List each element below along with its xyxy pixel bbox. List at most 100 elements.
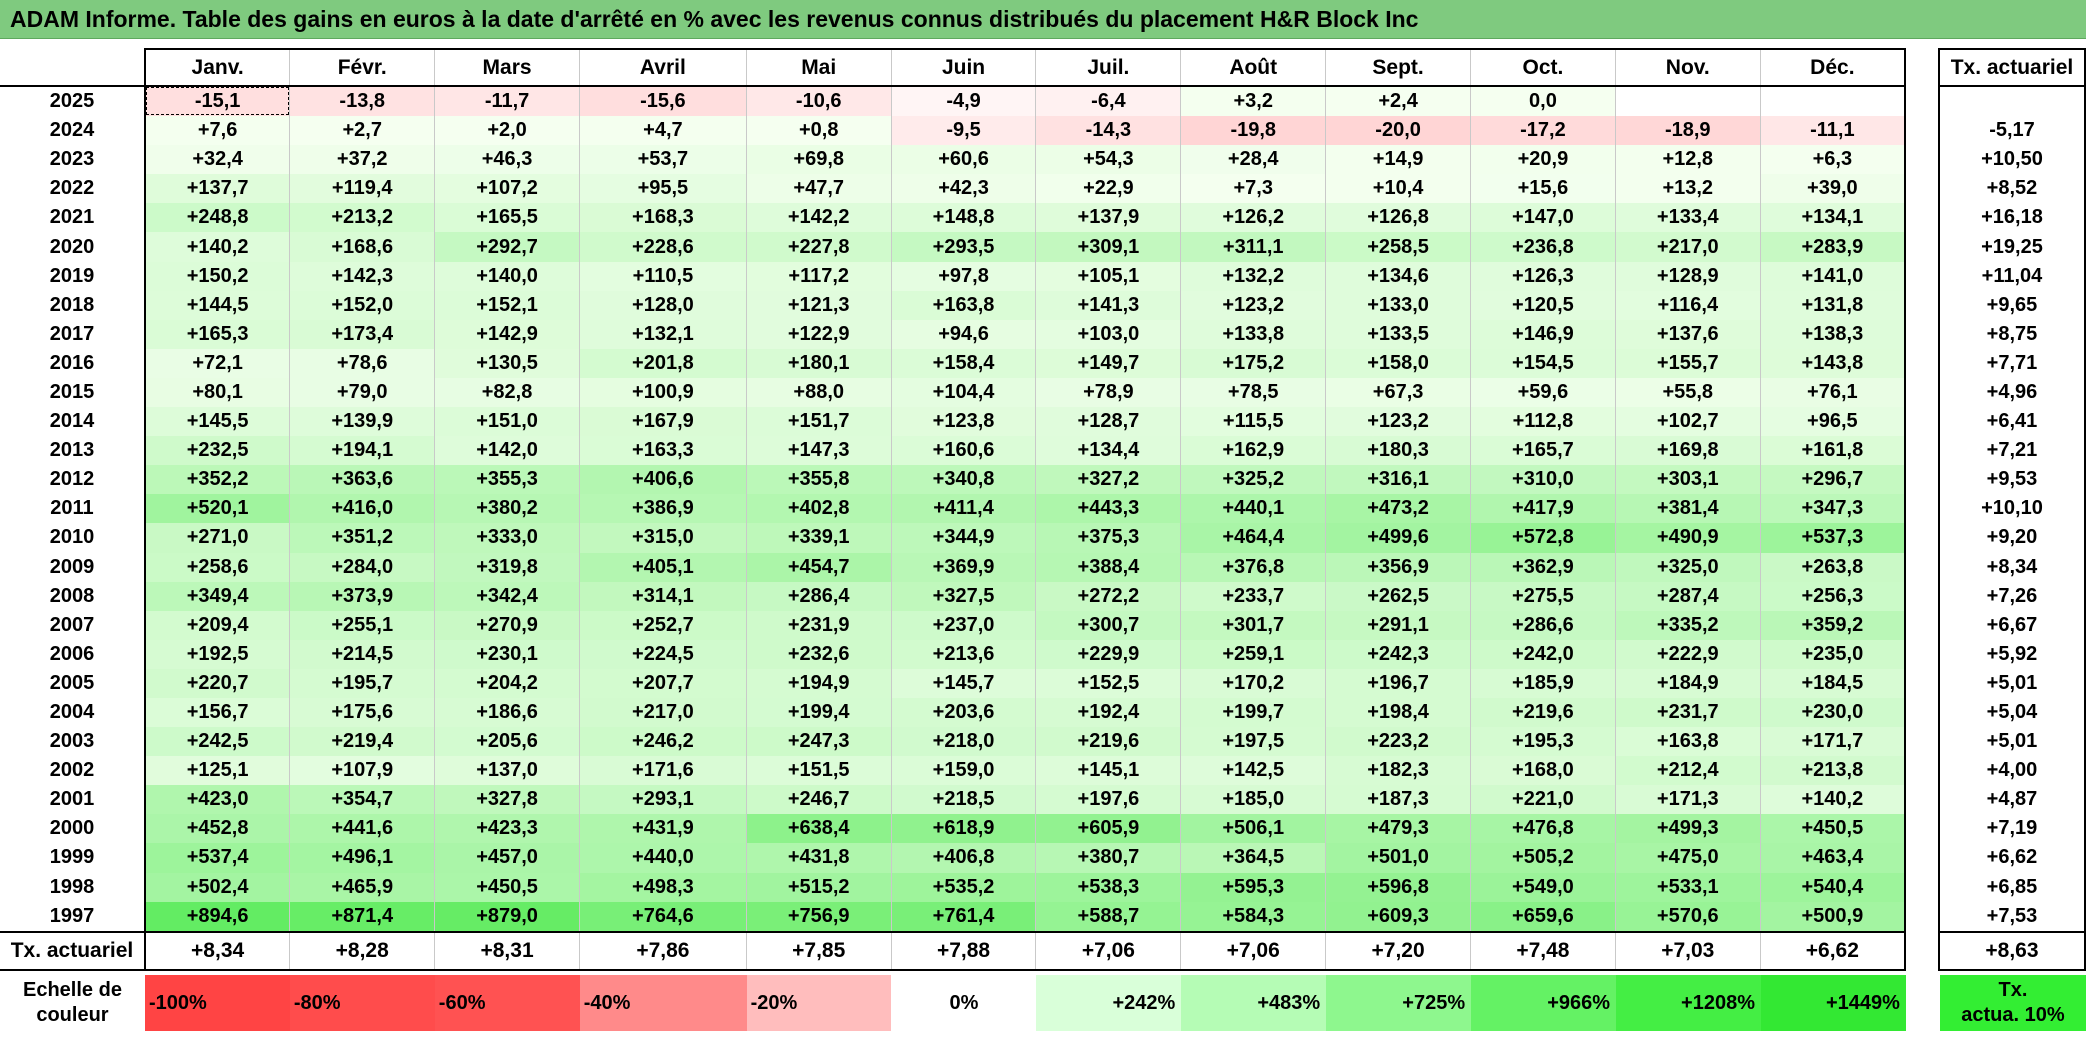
gain-cell: +163,8 xyxy=(891,290,1037,320)
gain-cell: +761,4 xyxy=(891,901,1037,933)
gain-cell: +376,8 xyxy=(1180,552,1327,582)
tx-actuariel-cell: +5,01 xyxy=(1938,727,2086,757)
gain-cell: +53,7 xyxy=(579,145,747,175)
gain-cell: +535,2 xyxy=(891,872,1037,902)
gain-cell: +380,2 xyxy=(434,494,580,524)
year-label: 2010 xyxy=(0,523,146,553)
gain-cell: +128,0 xyxy=(579,290,747,320)
year-label: 2016 xyxy=(0,348,146,378)
gain-cell: +380,7 xyxy=(1035,843,1182,873)
month-header: Mai xyxy=(746,48,892,87)
footer-value: +7,03 xyxy=(1615,931,1761,971)
year-label: 2015 xyxy=(0,377,146,408)
gain-cell: +133,0 xyxy=(1325,290,1471,320)
gain-cell: +104,4 xyxy=(891,377,1037,408)
footer-value: +7,06 xyxy=(1180,931,1327,971)
gain-cell: +6,3 xyxy=(1760,145,1907,175)
gain-cell: +214,5 xyxy=(289,639,436,669)
gain-cell: +209,4 xyxy=(144,610,291,640)
gain-cell: +450,5 xyxy=(434,872,580,902)
gain-cell: -20,0 xyxy=(1325,116,1471,146)
gap-cell xyxy=(1905,145,1940,175)
gain-cell: +59,6 xyxy=(1470,377,1616,408)
gain-cell: +423,0 xyxy=(144,785,291,815)
year-label: 2007 xyxy=(0,610,146,640)
gain-cell: +490,9 xyxy=(1615,523,1761,553)
footer-total: +8,63 xyxy=(1938,930,2086,971)
gain-cell: +537,4 xyxy=(144,843,291,873)
table-row: 2022 +137,7 +119,4 +107,2 +95,5 +47,7 +42,3 +22… xyxy=(0,174,2086,204)
gain-cell: +327,5 xyxy=(891,581,1037,611)
gain-cell: +315,0 xyxy=(579,523,747,553)
gain-cell: +388,4 xyxy=(1035,552,1182,582)
gain-cell: +235,0 xyxy=(1760,639,1907,669)
table-row: 2007 +209,4 +255,1 +270,9 +252,7 +231,9 +237,0… xyxy=(0,610,2086,640)
gain-cell: +213,8 xyxy=(1760,756,1907,786)
tx-actuariel-cell xyxy=(1938,86,2086,117)
table-row: 2023 +32,4 +37,2 +46,3 +53,7 +69,8 +60,6 +54,3 +… xyxy=(0,145,2086,175)
header-row: Janv. Févr. Mars Avril Mai Juin Juil. Août Sept.… xyxy=(0,48,2086,87)
tx-actuariel-cell: +6,67 xyxy=(1938,610,2086,640)
footer-value: +8,31 xyxy=(434,931,580,971)
gain-cell: +140,2 xyxy=(1760,785,1907,815)
footer-value: +7,06 xyxy=(1035,931,1182,971)
gain-cell: +10,4 xyxy=(1325,174,1471,204)
gain-cell: +173,4 xyxy=(289,319,436,349)
year-label: 2008 xyxy=(0,581,146,611)
gain-cell: +219,4 xyxy=(289,727,436,757)
gain-cell: +69,8 xyxy=(746,145,892,175)
gain-cell: +538,3 xyxy=(1035,872,1182,902)
gain-cell: +100,9 xyxy=(579,377,747,408)
gain-cell: +284,0 xyxy=(289,552,436,582)
gain-cell: +231,9 xyxy=(746,610,892,640)
footer-value: +7,20 xyxy=(1325,931,1471,971)
tx-actuariel-cell: +8,34 xyxy=(1938,552,2086,582)
month-header: Janv. xyxy=(144,48,291,87)
gain-cell: +155,7 xyxy=(1615,348,1761,378)
scale-tx-line2: actua. 10% xyxy=(1961,1004,2065,1026)
gain-cell: +2,7 xyxy=(289,116,436,146)
gain-cell: -15,6 xyxy=(579,86,747,117)
scale-swatch: +966% xyxy=(1471,975,1617,1031)
gain-cell: +152,1 xyxy=(434,290,580,320)
gain-cell: +237,0 xyxy=(891,610,1037,640)
gain-cell: +107,2 xyxy=(434,174,580,204)
gain-cell: +201,8 xyxy=(579,348,747,378)
gain-cell: +499,3 xyxy=(1615,814,1761,844)
month-header: Août xyxy=(1180,48,1327,87)
gain-cell: +60,6 xyxy=(891,145,1037,175)
year-label: 2011 xyxy=(0,494,146,524)
corner-cell xyxy=(0,49,146,87)
month-header: Mars xyxy=(434,48,580,87)
gain-cell: +13,2 xyxy=(1615,174,1761,204)
footer-row: Tx. actuariel +8,34 +8,28 +8,31 +7,86 +7,85 +7… xyxy=(0,930,2086,971)
month-header: Oct. xyxy=(1470,48,1616,87)
gain-cell: +596,8 xyxy=(1325,872,1471,902)
gain-cell: +3,2 xyxy=(1180,86,1327,117)
gain-cell: +141,3 xyxy=(1035,290,1182,320)
gain-cell: +97,8 xyxy=(891,261,1037,291)
gain-cell: +194,1 xyxy=(289,436,436,466)
month-header: Avril xyxy=(579,48,747,87)
gain-cell: +67,3 xyxy=(1325,377,1471,408)
gain-cell: +161,8 xyxy=(1760,436,1907,466)
gain-cell: +78,6 xyxy=(289,348,436,378)
gain-cell: +133,4 xyxy=(1615,203,1761,233)
gain-cell: +894,6 xyxy=(144,901,291,933)
footer-label: Tx. actuariel xyxy=(0,931,146,971)
gain-cell: -18,9 xyxy=(1615,116,1761,146)
gap-cell xyxy=(1905,785,1940,815)
gain-cell: +230,0 xyxy=(1760,697,1907,728)
gain-cell: +231,7 xyxy=(1615,697,1761,728)
gain-cell: +479,3 xyxy=(1325,814,1471,844)
gain-cell: +130,5 xyxy=(434,348,580,378)
tx-header: Tx. actuariel xyxy=(1938,48,2086,87)
gain-cell: +271,0 xyxy=(144,523,291,553)
year-label: 2013 xyxy=(0,436,146,466)
gain-cell: +252,7 xyxy=(579,610,747,640)
footer-value: +7,88 xyxy=(891,931,1037,971)
gain-cell: -19,8 xyxy=(1180,116,1327,146)
gain-cell: +402,8 xyxy=(746,494,892,524)
gain-cell: +247,3 xyxy=(746,727,892,757)
table-row: 2014 +145,5 +139,9 +151,0 +167,9 +151,7 +123,8… xyxy=(0,407,2086,437)
